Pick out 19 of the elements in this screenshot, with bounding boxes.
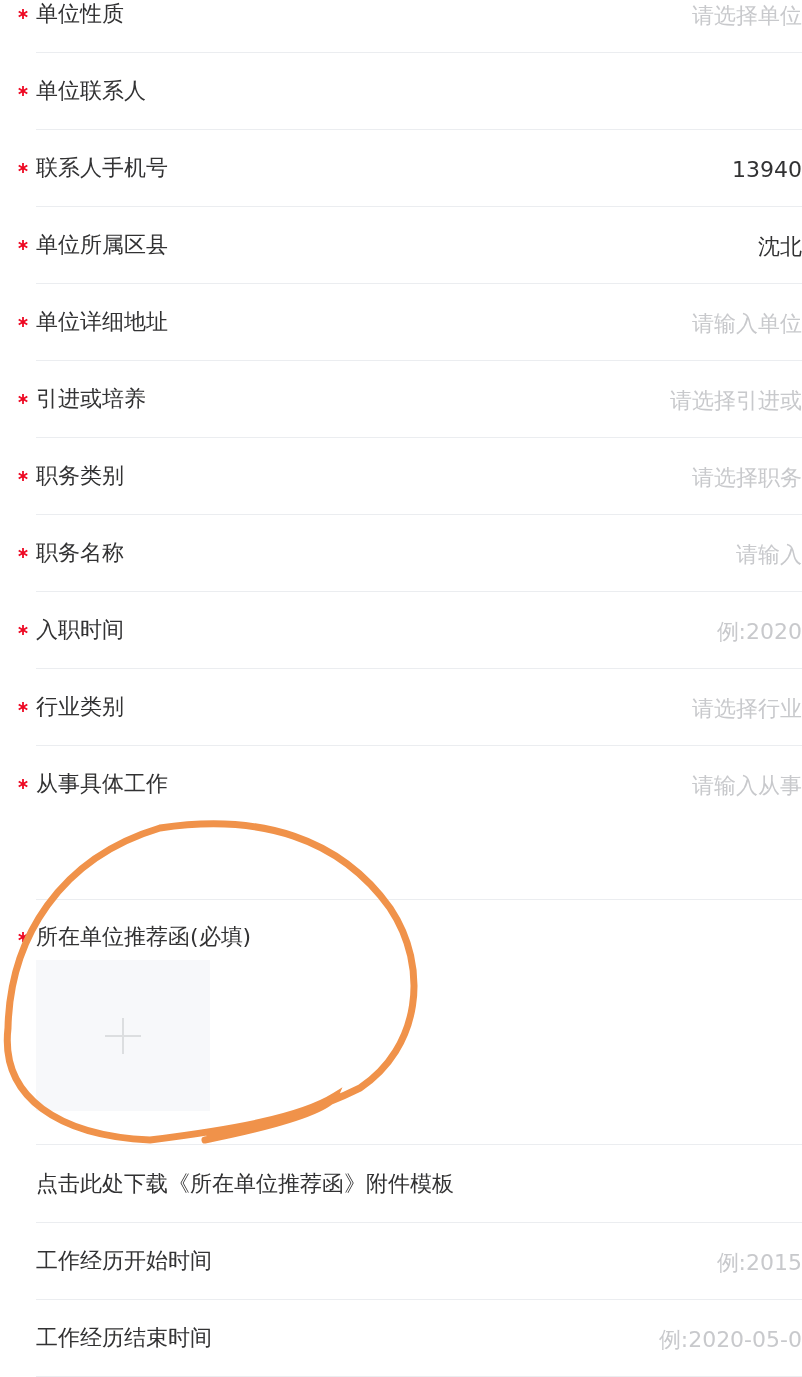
plus-icon [104,1016,142,1055]
upload-label: 所在单位推荐函(必填) [36,923,253,951]
field-label: 单位性质 [36,0,124,28]
input-field[interactable]: 沈北 [168,230,802,260]
field-label: 入职时间 [36,616,124,644]
field-label: 行业类别 [36,693,124,721]
field-label: 单位联系人 [36,77,146,105]
input-field[interactable]: 13940 [168,153,802,183]
field-label: 从事具体工作 [36,770,168,798]
field-label: 联系人手机号 [36,154,168,182]
field-label: 单位所属区县 [36,231,168,259]
field-label: 引进或培养 [36,385,146,413]
upload-button[interactable] [36,960,210,1111]
template-download-link[interactable]: 点击此处下载《所在单位推荐函》附件模板 [36,1167,454,1200]
field-label: 职务类别 [36,462,124,490]
field-label: 工作经历结束时间 [36,1324,212,1352]
field-label: 职务名称 [36,539,124,567]
field-label: 工作经历开始时间 [36,1247,212,1275]
field-label: 单位详细地址 [36,308,168,336]
